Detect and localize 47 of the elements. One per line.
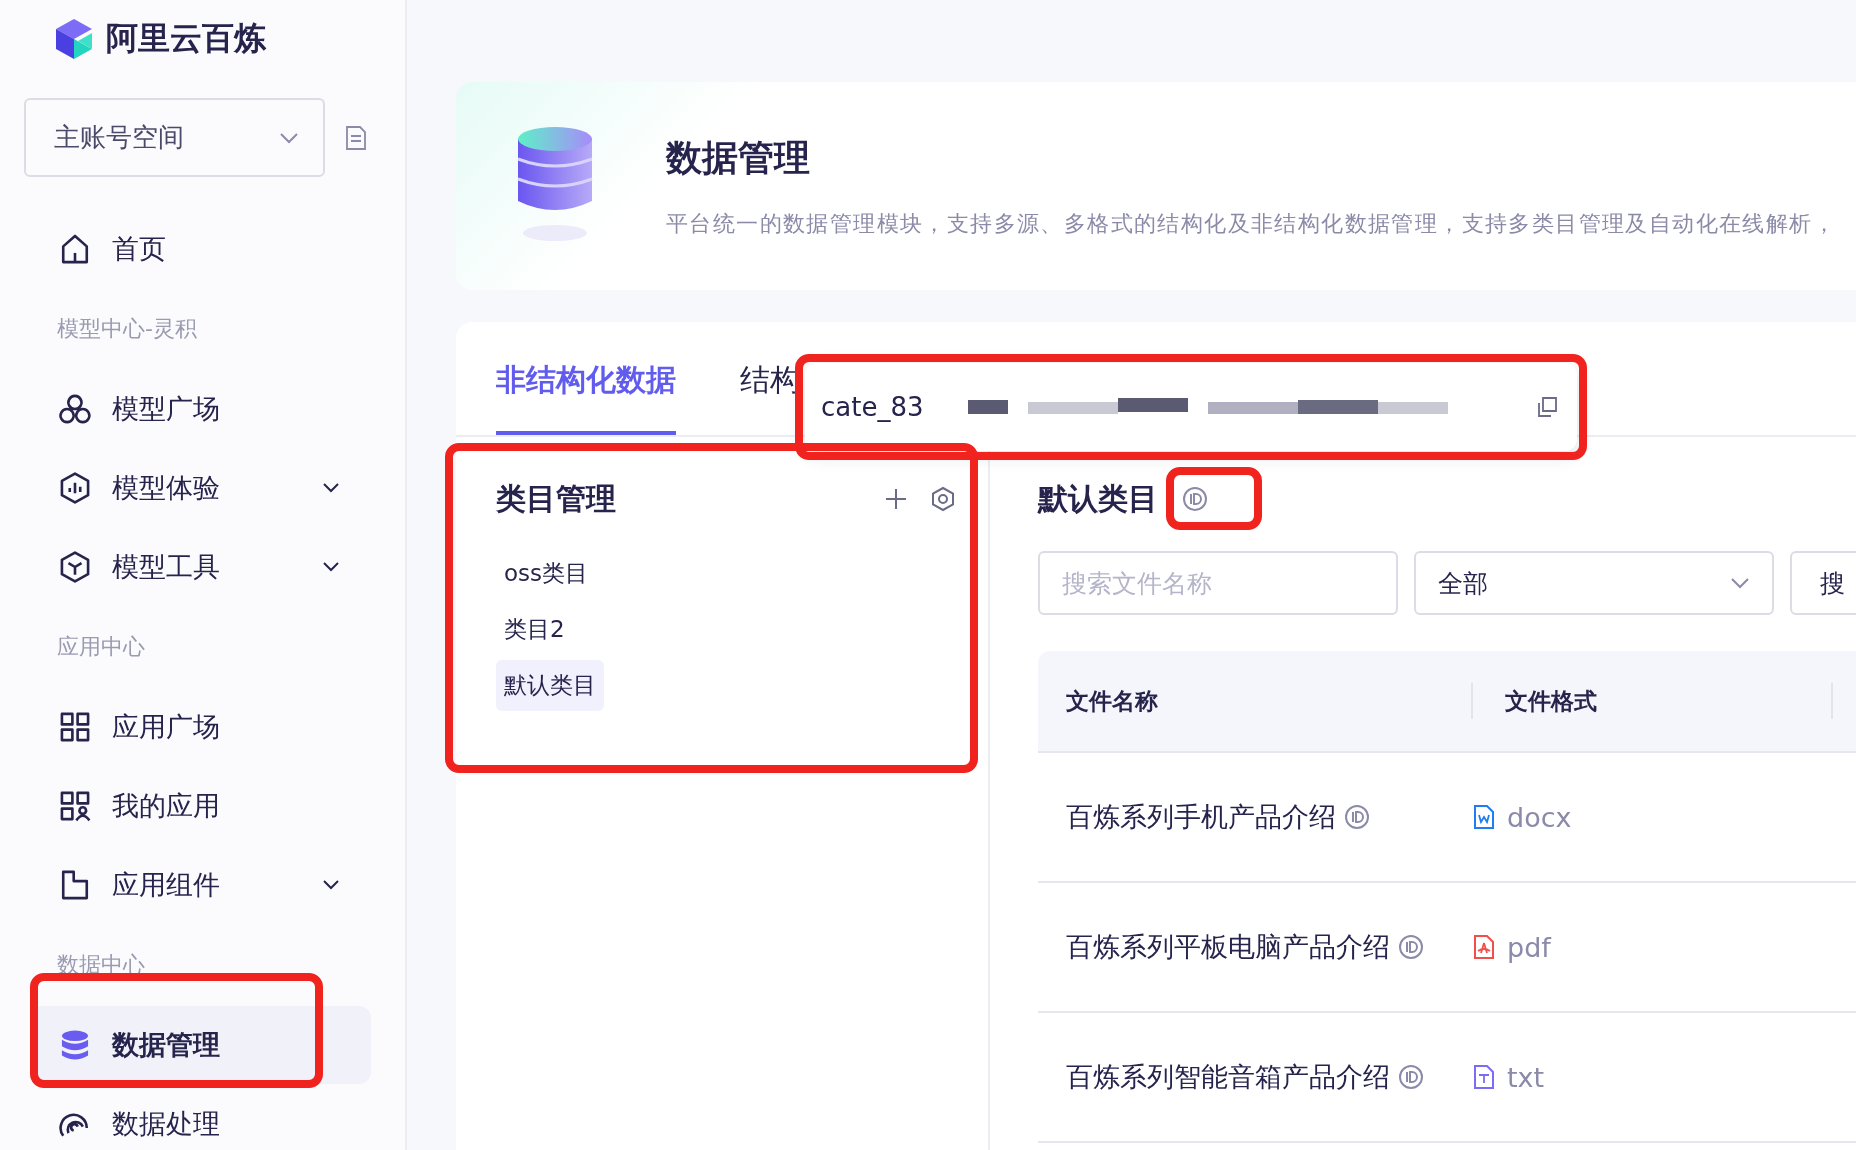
id-icon[interactable] <box>1398 1064 1424 1090</box>
column-header: 文件格式 <box>1505 686 1597 716</box>
section-label: 模型中心-灵积 <box>56 315 198 343</box>
file-format: pdf <box>1507 931 1551 963</box>
file-name: 百炼系列平板电脑产品介绍 <box>1066 930 1390 964</box>
settings-icon[interactable] <box>930 486 956 512</box>
column-header: 文件名称 <box>1066 686 1158 716</box>
nodes-icon <box>58 392 92 426</box>
panel-title: 类目管理 <box>496 479 617 518</box>
page-description: 平台统一的数据管理模块，支持多源、多格式的结构化及非结构化数据管理，支持多类目管理及自动化在线解析， <box>666 209 1836 238</box>
category-item[interactable]: 类目2 <box>496 603 573 655</box>
tooltip-text: cate_83 <box>821 392 924 422</box>
sidebar-item[interactable]: 首页 <box>30 210 371 288</box>
id-icon[interactable] <box>1398 934 1424 960</box>
file-name: 百炼系列智能音箱产品介绍 <box>1066 1060 1390 1094</box>
file-name: 百炼系列手机产品介绍 <box>1066 800 1336 834</box>
category-item[interactable]: oss类目 <box>496 547 597 599</box>
sidebar-item[interactable]: 模型体验 <box>30 449 371 527</box>
workspace-select[interactable]: 主账号空间 <box>24 98 325 177</box>
page-title: 数据管理 <box>666 135 811 180</box>
category-item[interactable]: 默认类目 <box>496 659 604 711</box>
chevron-down-icon <box>279 131 299 144</box>
grid-icon <box>58 710 92 744</box>
sidebar-item[interactable]: 应用广场 <box>30 688 371 766</box>
apps-user-icon <box>58 789 92 823</box>
chart-hexagon-icon <box>58 471 92 505</box>
sidebar-item[interactable]: 数据处理 <box>30 1085 371 1150</box>
search-button[interactable]: 搜 <box>1790 551 1856 615</box>
file-format: docx <box>1507 801 1572 833</box>
search-field[interactable]: 搜索文件名称 <box>1038 551 1398 615</box>
sidebar-item[interactable]: 应用组件 <box>30 846 371 924</box>
add-icon[interactable] <box>884 487 908 511</box>
sidebar-item[interactable]: 模型广场 <box>30 370 371 448</box>
file-format: txt <box>1507 1061 1545 1093</box>
format-select[interactable]: 全部 <box>1414 551 1774 615</box>
section-label: 应用中心 <box>56 633 146 661</box>
copy-icon[interactable] <box>1535 395 1559 419</box>
id-icon[interactable] <box>1182 486 1208 512</box>
panel-title: 默认类目 <box>1038 479 1158 518</box>
cube-icon <box>58 550 92 584</box>
id-icon[interactable] <box>1344 804 1370 830</box>
chevron-down-icon <box>1730 577 1750 589</box>
sidebar-item[interactable]: 模型工具 <box>30 528 371 606</box>
sidebar-item[interactable]: 我的应用 <box>30 767 371 845</box>
brand-name: 阿里云百炼 <box>106 18 266 59</box>
tab[interactable]: 非结构化数据 <box>496 360 676 435</box>
document-icon[interactable] <box>345 124 367 151</box>
